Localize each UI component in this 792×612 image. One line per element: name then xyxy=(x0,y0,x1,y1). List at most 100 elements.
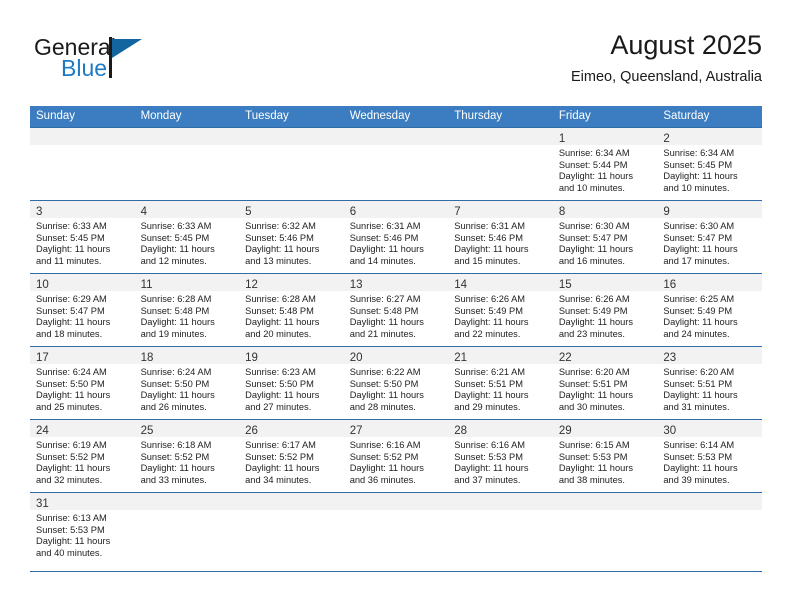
day-cell-inner: 22 Sunrise: 6:20 AM Sunset: 5:51 PM Dayligh… xyxy=(552,347,658,419)
day-number-band xyxy=(239,493,344,510)
calendar-day-cell[interactable]: 25 Sunrise: 6:18 AM Sunset: 5:52 PM Dayligh… xyxy=(134,419,240,493)
calendar-day-cell-empty xyxy=(448,127,553,201)
day-event-line: Sunset: 5:53 PM xyxy=(558,451,628,462)
day-number-band: 8 xyxy=(552,201,658,218)
calendar-day-cell[interactable]: 12 Sunrise: 6:28 AM Sunset: 5:48 PM Dayligh… xyxy=(239,273,344,347)
day-events xyxy=(135,145,240,148)
day-event-line: Sunrise: 6:13 AM xyxy=(36,513,107,523)
calendar-day-cell[interactable]: 8 Sunrise: 6:30 AM Sunset: 5:47 PM Daylight… xyxy=(552,200,658,274)
calendar-day-cell[interactable]: 2 Sunrise: 6:34 AM Sunset: 5:45 PM Daylight… xyxy=(657,127,762,201)
calendar-day-cell[interactable]: 4 Sunrise: 6:33 AM Sunset: 5:45 PM Daylight… xyxy=(134,200,240,274)
day-event-line: and 17 minutes. xyxy=(663,255,730,266)
day-event-line: Daylight: 11 hours xyxy=(140,390,215,401)
day-event-line: Sunset: 5:48 PM xyxy=(140,305,210,316)
day-event-line: Sunrise: 6:28 AM xyxy=(140,294,212,304)
page-title: August 2025 xyxy=(610,30,762,60)
day-event-line: Daylight: 11 hours xyxy=(140,317,215,328)
weekday-row: Sunday Monday Tuesday Wednesday Thursday Frid… xyxy=(30,106,762,128)
calendar-day-cell[interactable]: 13 Sunrise: 6:27 AM Sunset: 5:48 PM Dayligh… xyxy=(343,273,449,347)
day-cell-inner: 26 Sunrise: 6:17 AM Sunset: 5:52 PM Dayligh… xyxy=(239,420,344,492)
day-cell-inner xyxy=(343,493,449,571)
day-number-band xyxy=(30,128,135,145)
day-event-line: and 18 minutes. xyxy=(36,328,103,339)
calendar-day-cell[interactable]: 15 Sunrise: 6:26 AM Sunset: 5:49 PM Dayligh… xyxy=(552,273,658,347)
calendar-day-cell[interactable]: 31 Sunrise: 6:13 AM Sunset: 5:53 PM Dayligh… xyxy=(30,492,135,572)
calendar-day-cell[interactable]: 6 Sunrise: 6:31 AM Sunset: 5:46 PM Daylight… xyxy=(343,200,449,274)
day-number: 8 xyxy=(558,206,566,218)
calendar-day-cell[interactable]: 23 Sunrise: 6:20 AM Sunset: 5:51 PM Dayligh… xyxy=(657,346,762,420)
day-number: 24 xyxy=(36,425,49,437)
calendar-day-cell[interactable]: 16 Sunrise: 6:25 AM Sunset: 5:49 PM Dayligh… xyxy=(657,273,762,347)
day-event-line: Daylight: 11 hours xyxy=(245,390,320,401)
calendar-day-cell[interactable]: 20 Sunrise: 6:22 AM Sunset: 5:50 PM Dayligh… xyxy=(343,346,449,420)
day-event-line: Sunrise: 6:30 AM xyxy=(663,221,735,231)
calendar-day-cell[interactable]: 7 Sunrise: 6:31 AM Sunset: 5:46 PM Daylight… xyxy=(448,200,553,274)
day-event-line: Daylight: 11 hours xyxy=(558,171,634,182)
calendar-day-cell[interactable]: 22 Sunrise: 6:20 AM Sunset: 5:51 PM Dayligh… xyxy=(552,346,658,420)
calendar-day-cell[interactable]: 28 Sunrise: 6:16 AM Sunset: 5:53 PM Dayligh… xyxy=(448,419,553,493)
day-events xyxy=(448,510,553,513)
calendar-day-cell[interactable]: 9 Sunrise: 6:30 AM Sunset: 5:47 PM Daylight… xyxy=(657,200,762,274)
day-event-line: Sunset: 5:48 PM xyxy=(245,305,314,316)
day-event-line: Sunset: 5:52 PM xyxy=(245,451,314,462)
day-number: 11 xyxy=(140,279,153,291)
day-events: Sunrise: 6:14 AM Sunset: 5:53 PM Daylight:… xyxy=(657,437,762,486)
day-event-line: Sunset: 5:47 PM xyxy=(36,305,105,316)
day-event-line: Sunrise: 6:27 AM xyxy=(349,294,421,304)
calendar-day-cell[interactable]: 24 Sunrise: 6:19 AM Sunset: 5:52 PM Dayligh… xyxy=(30,419,135,493)
day-event-line: Sunrise: 6:29 AM xyxy=(36,294,107,304)
calendar-day-cell[interactable]: 27 Sunrise: 6:16 AM Sunset: 5:52 PM Dayligh… xyxy=(343,419,449,493)
day-number-band xyxy=(239,128,344,145)
day-event-line: Sunset: 5:51 PM xyxy=(663,378,733,389)
day-cell-inner: 11 Sunrise: 6:28 AM Sunset: 5:48 PM Dayligh… xyxy=(134,274,240,346)
day-number: 1 xyxy=(558,133,566,145)
day-events: Sunrise: 6:34 AM Sunset: 5:44 PM Daylight:… xyxy=(553,145,658,194)
brand-logo[interactable]: General Blue xyxy=(30,34,250,90)
weekday-header-thursday: Thursday xyxy=(448,106,553,128)
day-event-line: and 37 minutes. xyxy=(454,474,521,485)
calendar-day-cell[interactable]: 29 Sunrise: 6:15 AM Sunset: 5:53 PM Dayligh… xyxy=(552,419,658,493)
day-cell-inner: 18 Sunrise: 6:24 AM Sunset: 5:50 PM Dayligh… xyxy=(134,347,240,419)
calendar-day-cell[interactable]: 19 Sunrise: 6:23 AM Sunset: 5:50 PM Dayligh… xyxy=(239,346,344,420)
day-cell-inner: 14 Sunrise: 6:26 AM Sunset: 5:49 PM Dayligh… xyxy=(448,274,553,346)
calendar-day-cell[interactable]: 11 Sunrise: 6:28 AM Sunset: 5:48 PM Dayligh… xyxy=(134,273,240,347)
day-events xyxy=(239,145,344,148)
calendar-day-cell[interactable]: 5 Sunrise: 6:32 AM Sunset: 5:46 PM Daylight… xyxy=(239,200,344,274)
calendar-day-cell[interactable]: 3 Sunrise: 6:33 AM Sunset: 5:45 PM Daylight… xyxy=(30,200,135,274)
day-event-line: Sunset: 5:47 PM xyxy=(663,232,733,243)
day-events: Sunrise: 6:18 AM Sunset: 5:52 PM Daylight:… xyxy=(135,437,240,486)
calendar-day-cell[interactable]: 14 Sunrise: 6:26 AM Sunset: 5:49 PM Dayligh… xyxy=(448,273,553,347)
day-event-line: Daylight: 11 hours xyxy=(558,390,634,401)
day-number-band: 20 xyxy=(343,347,449,364)
calendar-day-cell[interactable]: 18 Sunrise: 6:24 AM Sunset: 5:50 PM Dayligh… xyxy=(134,346,240,420)
day-number: 30 xyxy=(663,425,677,437)
day-number-band: 28 xyxy=(448,420,553,437)
day-number-band: 11 xyxy=(134,274,240,291)
calendar-day-cell[interactable]: 26 Sunrise: 6:17 AM Sunset: 5:52 PM Dayligh… xyxy=(239,419,344,493)
calendar-day-cell[interactable]: 30 Sunrise: 6:14 AM Sunset: 5:53 PM Dayligh… xyxy=(657,419,762,493)
day-event-line: Daylight: 11 hours xyxy=(36,244,111,255)
calendar-day-cell[interactable]: 10 Sunrise: 6:29 AM Sunset: 5:47 PM Dayligh… xyxy=(30,273,135,347)
calendar-day-cell[interactable]: 21 Sunrise: 6:21 AM Sunset: 5:51 PM Dayligh… xyxy=(448,346,553,420)
day-cell-inner: 29 Sunrise: 6:15 AM Sunset: 5:53 PM Dayligh… xyxy=(552,420,658,492)
day-number-band: 2 xyxy=(657,128,762,145)
day-event-line: and 12 minutes. xyxy=(140,255,207,266)
calendar-week-row: 3 Sunrise: 6:33 AM Sunset: 5:45 PM Daylight… xyxy=(30,200,762,274)
calendar-day-cell[interactable]: 17 Sunrise: 6:24 AM Sunset: 5:50 PM Dayligh… xyxy=(30,346,135,420)
calendar-day-cell[interactable]: 1 Sunrise: 6:34 AM Sunset: 5:44 PM Daylight… xyxy=(552,127,658,201)
day-cell-inner xyxy=(134,128,240,200)
day-cell-inner: 21 Sunrise: 6:21 AM Sunset: 5:51 PM Dayligh… xyxy=(448,347,553,419)
day-event-line: Daylight: 11 hours xyxy=(663,463,738,474)
day-event-line: Sunset: 5:53 PM xyxy=(454,451,523,462)
day-events: Sunrise: 6:20 AM Sunset: 5:51 PM Daylight:… xyxy=(657,364,762,413)
day-event-line: Daylight: 11 hours xyxy=(140,463,215,474)
day-event-line: and 10 minutes. xyxy=(558,182,625,193)
day-event-line: Daylight: 11 hours xyxy=(454,244,529,255)
day-cell-inner xyxy=(657,493,762,571)
day-number-band: 24 xyxy=(30,420,135,437)
weekday-header-wednesday: Wednesday xyxy=(343,106,449,128)
day-event-line: Sunset: 5:51 PM xyxy=(558,378,628,389)
day-number-band: 31 xyxy=(30,493,135,510)
weekday-header-sunday: Sunday xyxy=(30,106,135,128)
day-cell-inner: 1 Sunrise: 6:34 AM Sunset: 5:44 PM Daylight… xyxy=(552,128,658,200)
